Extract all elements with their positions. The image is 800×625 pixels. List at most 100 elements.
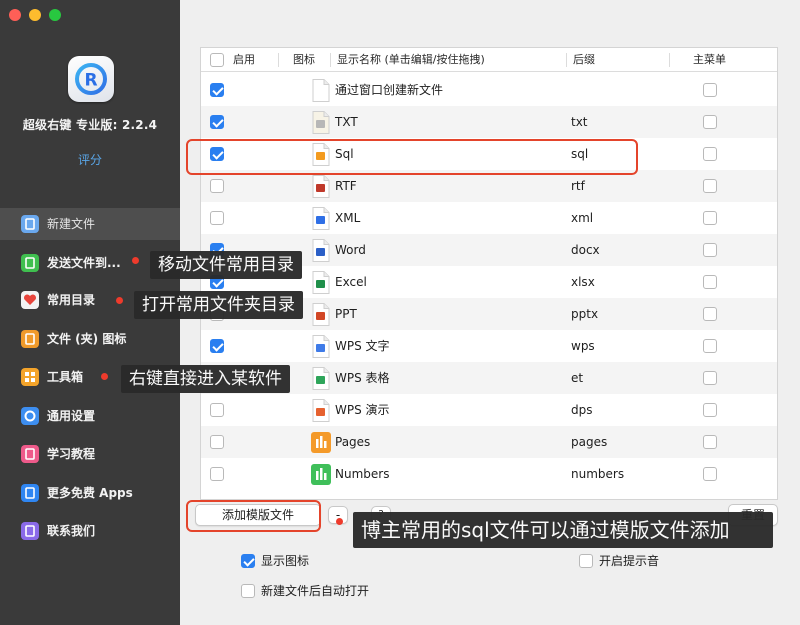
sidebar-item-label: 学习教程: [47, 447, 96, 461]
enabled-checkbox[interactable]: [210, 211, 224, 225]
select-all-checkbox[interactable]: [210, 53, 224, 67]
close-window-button[interactable]: [9, 9, 21, 21]
enabled-checkbox[interactable]: [210, 403, 224, 417]
annotation-marker: [336, 518, 343, 525]
app-version-label: 超级右键 专业版: 2.2.4: [22, 118, 158, 132]
rate-link[interactable]: 评分: [0, 151, 180, 168]
display-name-cell[interactable]: WPS 表格: [335, 362, 390, 394]
prompt-sound-option[interactable]: 开启提示音: [579, 553, 659, 569]
suffix-cell[interactable]: wps: [571, 330, 595, 362]
numbers-file-icon: [311, 463, 331, 486]
main-menu-checkbox[interactable]: [703, 307, 717, 321]
annotation-template-tip: 博主常用的sql文件可以通过模版文件添加: [353, 512, 773, 548]
column-header-enabled: 启用: [233, 53, 255, 66]
enabled-checkbox[interactable]: [210, 467, 224, 481]
blank-file-icon: [311, 79, 331, 102]
main-menu-checkbox[interactable]: [703, 115, 717, 129]
table-row[interactable]: XML xml: [201, 202, 777, 234]
annotation-favorites-tip: 打开常用文件夹目录: [134, 291, 303, 319]
enabled-checkbox[interactable]: [210, 115, 224, 129]
suffix-cell[interactable]: pptx: [571, 298, 598, 330]
svg-text:R: R: [84, 71, 97, 91]
enabled-checkbox[interactable]: [210, 339, 224, 353]
open-after-create-option[interactable]: 新建文件后自动打开: [241, 583, 369, 599]
suffix-cell[interactable]: numbers: [571, 458, 624, 490]
display-name-cell[interactable]: PPT: [335, 298, 357, 330]
table-row[interactable]: WPS 演示 dps: [201, 394, 777, 426]
suffix-cell[interactable]: xml: [571, 202, 593, 234]
sidebar-item-8[interactable]: 更多免费 Apps: [0, 477, 180, 509]
prompt-sound-label: 开启提示音: [599, 554, 660, 568]
show-icons-checkbox[interactable]: [241, 553, 255, 568]
table-row[interactable]: TXT txt: [201, 106, 777, 138]
table-row[interactable]: 通过窗口创建新文件: [201, 74, 777, 106]
table-row[interactable]: Numbers numbers: [201, 458, 777, 490]
enabled-checkbox[interactable]: [210, 179, 224, 193]
wps-presentation-icon: [311, 399, 331, 422]
main-menu-checkbox[interactable]: [703, 275, 717, 289]
table-row[interactable]: Pages pages: [201, 426, 777, 458]
suffix-cell[interactable]: xlsx: [571, 266, 595, 298]
sidebar-item-9[interactable]: 联系我们: [0, 515, 180, 547]
table-row[interactable]: WPS 文字 wps: [201, 330, 777, 362]
main-menu-checkbox[interactable]: [703, 179, 717, 193]
annotation-send-to-tip: 移动文件常用目录: [150, 251, 302, 279]
wps-sheet-icon: [311, 367, 331, 390]
annotation-marker: [116, 297, 123, 304]
annotation-toolbox-tip: 右键直接进入某软件: [121, 365, 290, 393]
suffix-cell[interactable]: txt: [571, 106, 588, 138]
column-divider: [330, 53, 331, 67]
sidebar-item-label: 常用目录: [47, 293, 96, 307]
main-menu-checkbox[interactable]: [703, 467, 717, 481]
sidebar-item-label: 文件 (夹) 图标: [47, 332, 127, 346]
display-name-cell[interactable]: WPS 文字: [335, 330, 390, 362]
heart-icon: [21, 291, 39, 309]
suffix-cell[interactable]: dps: [571, 394, 593, 426]
open-after-create-label: 新建文件后自动打开: [261, 584, 370, 598]
sidebar-item-1[interactable]: 新建文件: [0, 208, 180, 240]
enabled-checkbox[interactable]: [210, 435, 224, 449]
table-header: 启用 图标 显示名称 (单击编辑/按住拖拽) 后缀 主菜单: [201, 48, 777, 72]
suffix-cell[interactable]: pages: [571, 426, 607, 458]
sidebar-item-label: 新建文件: [47, 217, 96, 231]
main-menu-checkbox[interactable]: [703, 403, 717, 417]
zoom-window-button[interactable]: [49, 9, 61, 21]
display-name-cell[interactable]: 通过窗口创建新文件: [335, 74, 443, 106]
pages-file-icon: [311, 431, 331, 454]
show-icons-label: 显示图标: [261, 554, 310, 568]
txt-file-icon: [311, 111, 331, 134]
annotation-marker: [132, 257, 139, 264]
sidebar-item-6[interactable]: 通用设置: [0, 400, 180, 432]
main-menu-checkbox[interactable]: [703, 147, 717, 161]
display-name-cell[interactable]: WPS 演示: [335, 394, 390, 426]
display-name-cell[interactable]: Pages: [335, 426, 370, 458]
tutorial-icon: [21, 445, 39, 463]
main-menu-checkbox[interactable]: [703, 339, 717, 353]
open-after-create-checkbox[interactable]: [241, 583, 255, 598]
display-name-cell[interactable]: Word: [335, 234, 366, 266]
display-name-cell[interactable]: TXT: [335, 106, 358, 138]
display-name-cell[interactable]: XML: [335, 202, 360, 234]
enabled-checkbox[interactable]: [210, 83, 224, 97]
main-menu-checkbox[interactable]: [703, 211, 717, 225]
folder-icon-icon: [21, 330, 39, 348]
sidebar-item-label: 发送文件到...: [47, 256, 121, 270]
sql-row-highlight-box: [186, 139, 638, 175]
main-menu-checkbox[interactable]: [703, 435, 717, 449]
suffix-cell[interactable]: docx: [571, 234, 600, 266]
ppt-file-icon: [311, 303, 331, 326]
main-menu-checkbox[interactable]: [703, 243, 717, 257]
sidebar-item-4[interactable]: 文件 (夹) 图标: [0, 323, 180, 355]
suffix-cell[interactable]: et: [571, 362, 583, 394]
minimize-window-button[interactable]: [29, 9, 41, 21]
sidebar-item-7[interactable]: 学习教程: [0, 438, 180, 470]
main-menu-checkbox[interactable]: [703, 83, 717, 97]
main-menu-checkbox[interactable]: [703, 371, 717, 385]
word-file-icon: [311, 239, 331, 262]
display-name-cell[interactable]: Excel: [335, 266, 367, 298]
display-name-cell[interactable]: Numbers: [335, 458, 389, 490]
app-logo-icon: R: [68, 56, 114, 102]
prompt-sound-checkbox[interactable]: [579, 553, 593, 568]
show-icons-option[interactable]: 显示图标: [241, 553, 309, 569]
toolbox-icon: [21, 368, 39, 386]
